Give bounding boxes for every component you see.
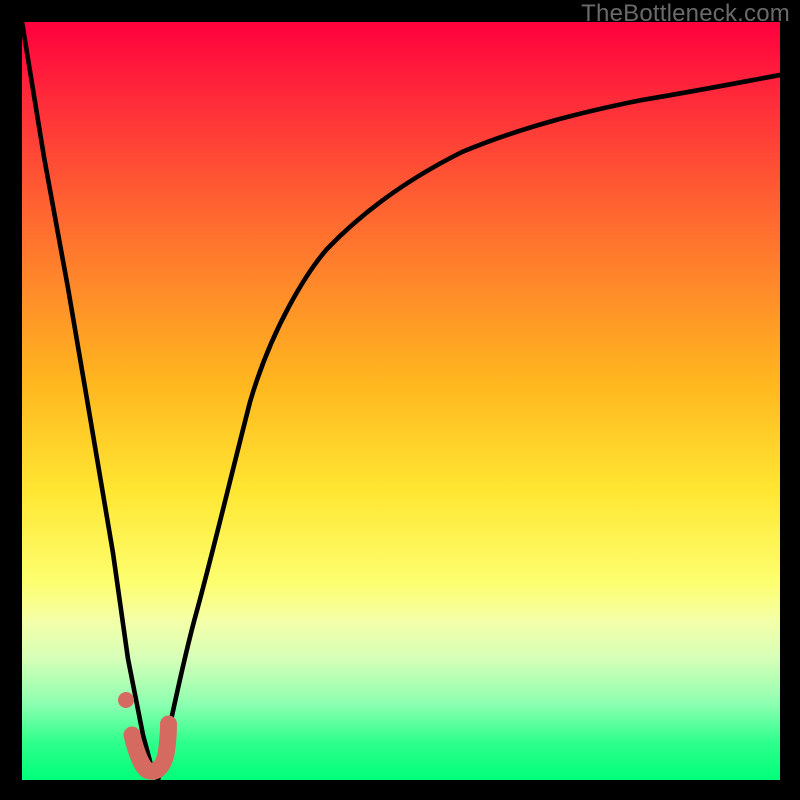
left-falling-curve [22, 22, 158, 780]
curves-layer [22, 22, 780, 780]
marker-dot [118, 692, 134, 708]
chart-frame: TheBottleneck.com [0, 0, 800, 800]
plot-area [22, 22, 780, 780]
marker-segment [132, 724, 169, 771]
rising-saturation-curve [158, 75, 780, 780]
